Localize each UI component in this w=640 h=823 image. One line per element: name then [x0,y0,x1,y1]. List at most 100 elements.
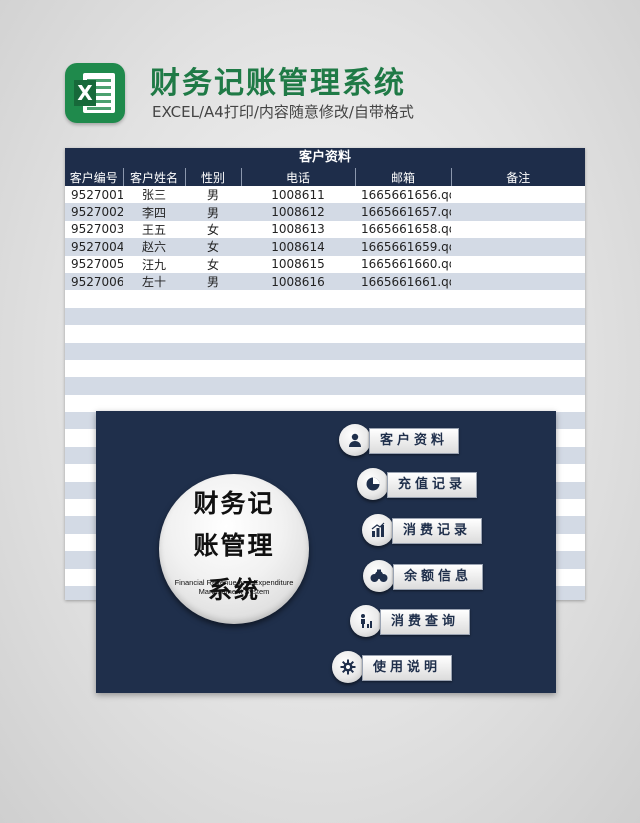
table-cell[interactable] [65,377,123,395]
table-cell[interactable] [451,186,585,204]
empty-row [65,394,585,413]
table-cell[interactable] [241,377,355,395]
table-cell[interactable] [451,307,585,326]
empty-row [65,342,585,360]
table-cell[interactable] [451,394,585,413]
table-cell[interactable] [123,394,185,413]
table-cell[interactable]: 9527003 [65,220,123,239]
col-header-notes[interactable]: 备注 [450,168,585,186]
table-cell[interactable]: 1665661657.qq [355,203,451,221]
table-cell[interactable]: 男 [185,186,241,204]
table-cell[interactable]: 1665661656.qq [355,186,451,204]
table-cell[interactable]: 李四 [123,203,185,221]
table-cell[interactable]: 女 [185,220,241,239]
menu-label-customer: 客户资料 [369,428,460,454]
empty-row [65,377,585,395]
table-cell[interactable] [451,342,585,360]
table-cell[interactable]: 王五 [123,220,185,239]
pie-chart-icon [357,468,389,500]
table-cell[interactable] [123,325,185,343]
table-row: 9527004 赵六女 1008614 1665661659.qq [65,238,585,256]
table-cell[interactable]: 9527004 [65,238,123,256]
table-cell[interactable] [65,290,123,308]
table-cell[interactable] [123,377,185,395]
table-cell[interactable]: 1665661660.qq [355,255,451,273]
table-cell[interactable] [65,307,123,326]
table-cell[interactable] [451,220,585,239]
table-cell[interactable] [241,290,355,308]
badge-english-text: Financial Revenue and Expenditure Manage… [174,578,294,596]
table-cell[interactable]: 汪九 [123,255,185,273]
table-cell[interactable] [65,325,123,343]
table-cell[interactable]: 男 [185,272,241,291]
table-cell[interactable]: 1665661658.qq [355,220,451,239]
table-cell[interactable] [123,359,185,378]
table-row: 9527003 王五女 1008613 1665661658.qq [65,220,585,239]
table-cell[interactable]: 赵六 [123,238,185,256]
table-cell[interactable]: 9527001 [65,186,123,204]
table-cell[interactable] [451,290,585,308]
table-cell[interactable] [355,377,451,395]
table-cell[interactable] [241,342,355,360]
table-cell[interactable]: 左十 [123,272,185,291]
table-cell[interactable] [185,394,241,413]
table-cell[interactable]: 1008614 [241,238,355,256]
table-cell[interactable]: 1665661661.qq [355,272,451,291]
table-cell[interactable]: 1008611 [241,186,355,204]
table-cell[interactable] [185,342,241,360]
excel-x-mark: X [74,80,96,106]
table-cell[interactable]: 男 [185,203,241,221]
table-cell[interactable] [241,307,355,326]
table-cell[interactable] [65,342,123,360]
table-cell[interactable]: 女 [185,238,241,256]
table-cell[interactable] [355,359,451,378]
table-cell[interactable] [123,342,185,360]
table-cell[interactable] [123,307,185,326]
table-cell[interactable]: 女 [185,255,241,273]
table-cell[interactable] [185,377,241,395]
table-cell[interactable] [65,394,123,413]
table-cell[interactable]: 9527005 [65,255,123,273]
table-cell[interactable] [355,325,451,343]
col-header-name[interactable]: 客户姓名 [122,168,185,186]
menu-label-recharge: 充值记录 [387,472,478,498]
table-cell[interactable] [451,359,585,378]
col-header-id[interactable]: 客户编号 [65,168,123,186]
table-cell[interactable] [451,255,585,273]
table-cell[interactable]: 1008616 [241,272,355,291]
table-cell[interactable] [355,394,451,413]
table-cell[interactable] [241,394,355,413]
table-cell[interactable] [65,359,123,378]
table-cell[interactable] [241,325,355,343]
system-panel: 财务记 账管理 系统 Financial Revenue and Expendi… [96,411,556,693]
table-cell[interactable]: 9527002 [65,203,123,221]
table-cell[interactable] [451,325,585,343]
table-cell[interactable] [355,342,451,360]
table-cell[interactable]: 9527006 [65,272,123,291]
table-header-row: 客户编号 客户姓名 性别 电话 邮箱 备注 [65,168,585,186]
sheet-title: 客户资料 [65,148,585,168]
table-row: 9527006 左十男 1008616 1665661661.qq [65,272,585,291]
table-cell[interactable] [185,307,241,326]
table-cell[interactable] [451,377,585,395]
table-cell[interactable]: 1008612 [241,203,355,221]
table-cell[interactable] [185,290,241,308]
col-header-gender[interactable]: 性别 [184,168,241,186]
table-cell[interactable] [355,290,451,308]
badge-line-2: 账管理 [193,531,275,560]
table-cell[interactable]: 1008615 [241,255,355,273]
table-cell[interactable] [123,290,185,308]
table-cell[interactable] [355,307,451,326]
table-cell[interactable] [451,238,585,256]
table-cell[interactable] [241,359,355,378]
money-bags-icon [363,560,395,592]
table-cell[interactable]: 张三 [123,186,185,204]
table-cell[interactable] [185,325,241,343]
table-cell[interactable] [451,272,585,291]
table-cell[interactable] [451,203,585,221]
table-cell[interactable]: 1665661659.qq [355,238,451,256]
col-header-email[interactable]: 邮箱 [354,168,451,186]
table-cell[interactable]: 1008613 [241,220,355,239]
col-header-phone[interactable]: 电话 [240,168,355,186]
table-cell[interactable] [185,359,241,378]
